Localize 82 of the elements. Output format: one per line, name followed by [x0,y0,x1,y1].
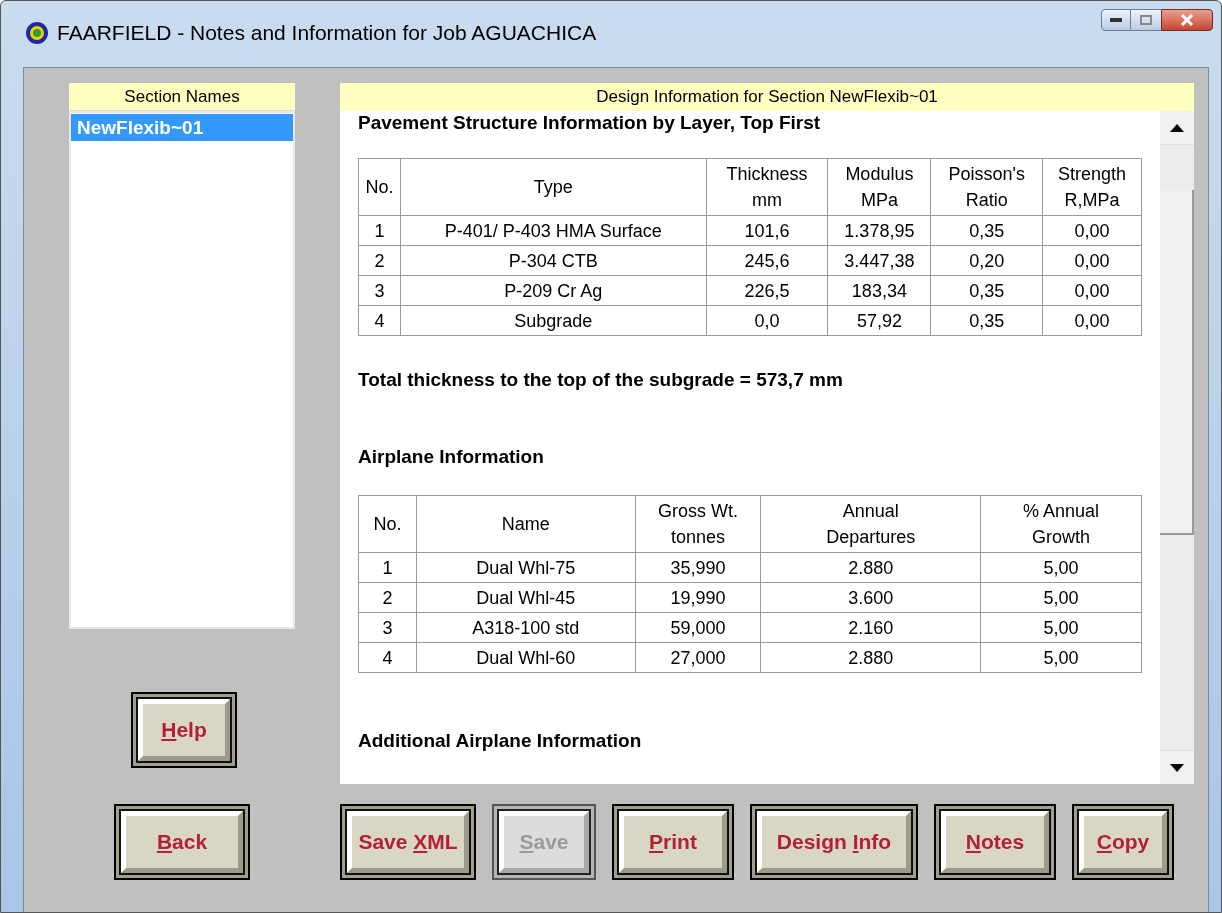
table-cell: P-209 Cr Ag [400,275,707,306]
table-cell: 3.600 [760,582,981,613]
table-cell: 0,0 [706,305,828,336]
scroll-up-icon [1170,123,1184,132]
scrollbar[interactable] [1160,111,1194,784]
table-cell: 0,00 [1042,215,1142,246]
push-button[interactable]: Help [131,692,237,768]
table-cell: 0,20 [930,245,1043,276]
table-cell: Subgrade [400,305,707,336]
table-cell: 59,000 [635,612,761,643]
table-cell: 0,00 [1042,245,1142,276]
column-header: Modulus MPa [828,158,931,216]
table-cell: 5,00 [980,642,1142,673]
table-cell: 5,00 [980,612,1142,643]
table-cell: 0,00 [1042,305,1142,336]
app-logo-icon [25,21,49,45]
table-cell: 226,5 [706,275,828,306]
column-header: Thickness mm [706,158,828,216]
scroll-thumb[interactable] [1160,190,1194,535]
list-item[interactable]: NewFlexib~01 [71,114,293,141]
table-cell: 27,000 [635,642,761,673]
table-cell: Dual Whl-75 [416,552,636,583]
push-button[interactable]: Notes [934,804,1056,880]
table-cell: 2.880 [760,552,981,583]
scroll-down-icon [1170,763,1184,772]
table-cell: A318-100 std [416,612,636,643]
column-header: Annual Departures [760,495,981,553]
column-header: No. [358,158,401,216]
column-header: No. [358,495,417,553]
table-cell: 5,00 [980,582,1142,613]
list-header: Section Names [69,83,295,111]
table-cell: 19,990 [635,582,761,613]
push-button[interactable]: Copy [1072,804,1174,880]
window-title: FAARFIELD - Notes and Information for Job AGUACHICA [57,21,597,45]
table-cell: 183,34 [828,275,931,306]
table-cell: 3 [358,275,401,306]
section-heading: Total thickness to the top of the subgrade = 573,7 mm [358,368,844,392]
table-cell: 3.447,38 [828,245,931,276]
minimize-button[interactable] [1101,9,1131,31]
section-heading: Pavement Structure Information by Layer, Top First [358,112,822,134]
table-cell: 5,00 [980,552,1142,583]
section-heading: Airplane Information [358,445,545,469]
table-cell: 57,92 [828,305,931,336]
column-header: Gross Wt. tonnes [635,495,761,553]
table-cell: 2.880 [760,642,981,673]
push-button[interactable]: Print [612,804,734,880]
table-cell: 2 [358,582,417,613]
panel-header: Design Information for Section NewFlexib~01 [340,83,1194,111]
table-cell: 0,35 [930,275,1043,306]
table-cell: 245,6 [706,245,828,276]
column-header: Name [416,495,636,553]
table-cell: Dual Whl-45 [416,582,636,613]
maximize-button[interactable] [1131,9,1161,31]
maximize-icon [1140,15,1152,25]
section-heading: Additional Airplane Information [358,729,643,753]
table-cell: 4 [358,305,401,336]
table-cell: 0,00 [1042,275,1142,306]
table-cell: 4 [358,642,417,673]
minimize-icon [1110,18,1122,22]
table-cell: 3 [358,612,417,643]
push-button[interactable]: Design Info [750,804,918,880]
table-cell: 2.160 [760,612,981,643]
table-cell: 1 [358,552,417,583]
table-cell: 101,6 [706,215,828,246]
push-button[interactable]: Save XML [340,804,476,880]
close-button[interactable] [1161,9,1213,31]
table-cell: P-304 CTB [400,245,707,276]
table-cell: 2 [358,245,401,276]
table-cell: 1 [358,215,401,246]
column-header: Type [400,158,707,216]
table-cell: 0,35 [930,305,1043,336]
close-icon [1180,14,1194,26]
table-cell: 1.378,95 [828,215,931,246]
table-cell: Dual Whl-60 [416,642,636,673]
table-cell: 0,35 [930,215,1043,246]
push-button[interactable]: Back [114,804,250,880]
table-cell: P-401/ P-403 HMA Surface [400,215,707,246]
table-cell: 35,990 [635,552,761,583]
column-header: % Annual Growth [980,495,1142,553]
section-list[interactable]: NewFlexib~01 [69,111,295,629]
column-header: Poisson's Ratio [930,158,1043,216]
column-header: Strength R,MPa [1042,158,1142,216]
